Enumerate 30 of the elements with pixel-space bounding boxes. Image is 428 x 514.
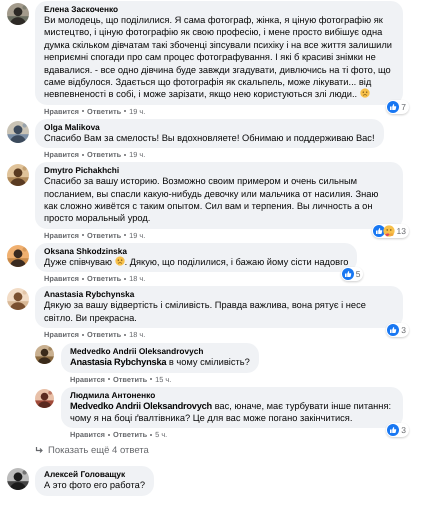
reaction-count: 5 (356, 269, 360, 280)
reaction-count: 3 (401, 325, 406, 336)
reaction-badge[interactable]: 13 (372, 224, 409, 238)
reaction-badge[interactable]: 5 (340, 267, 364, 282)
comment-text: Дякую за вашу відвертість і сміливість. Правда важлива, вона рятує і несе світло. Ви прекрасна. (44, 299, 367, 324)
comment-text: Спасибо за вашу историю. Возможно своим примером и очень сильным посланием, вы спасли какую-нибудь девочку или мальчика от насилия. Знаю как сложно живётся с таким опытом. Сил вам и терпения. Вы личность а он просто моральный урод. (44, 175, 380, 225)
reaction-count: 3 (401, 425, 406, 436)
reaction-count: 13 (396, 226, 406, 236)
comment-text: Ви молодець, що поділилися. Я сама фотограф, жінка, я ціную фотографію як мистецтво, і ціную фотографію як свою професію, і мене просто вибішує одна думка скільком дівчатам такі збоченці зіпсували психіку і на все життя залишили неприємні спогади про сам процес фотографування. І які б красиві знімки не вдавалися. - все одно дівчина буде завжди згадувати, дивлючись на ті фото, що саме відбулося. Здається що фотографія як скальпель, може лікувати... від невпевненості в собі, і може зарізати, якщо нею користуються злі люди.. (44, 14, 393, 101)
author-name[interactable]: Anastasia Rybchynska (44, 289, 394, 300)
comment-text: Дуже співчуваю . Дякую, що поділилися, і бажаю йому сісти надовго (44, 256, 348, 268)
author-name[interactable]: Olga Malikova (44, 122, 375, 132)
show-more-replies-link[interactable]: Показать ещё 4 ответа (35, 444, 149, 458)
comment-text: А это фото его работа? (44, 479, 145, 492)
reaction-count: 7 (401, 102, 406, 112)
author-name[interactable]: Medvedko Andrii Oleksandrovych (70, 346, 250, 356)
reaction-badge[interactable]: 3 (386, 423, 409, 438)
author-name[interactable]: Oksana Shkodzinska (44, 246, 348, 256)
author-name[interactable]: Елена Заскоченко (44, 4, 394, 14)
sad-face-icon (114, 256, 125, 266)
author-name[interactable]: Алексей Головащук (44, 469, 145, 480)
comment-text: Спасибо Вам за смелость! Вы вдохновляете! Обнимаю и поддерживаю Вас! (44, 132, 375, 144)
author-name[interactable]: Людмила Антоненко (70, 390, 394, 400)
author-name[interactable]: Dmytro Pichakhchi (44, 165, 394, 176)
comment-text: Anastasia Rybchynska в чому сміливість? (70, 356, 250, 368)
comment-text: Medvedko Andrii Oleksandrovych вас, юначе, має турбувати інше питання: чому я на боці ґвалтівника? Це для вас може погано закінчитися. (70, 400, 392, 424)
reaction-badge[interactable]: 7 (386, 100, 409, 114)
reply-arrow-icon (35, 446, 44, 456)
reaction-badge[interactable]: 3 (386, 323, 409, 338)
sad-face-icon (360, 88, 370, 98)
